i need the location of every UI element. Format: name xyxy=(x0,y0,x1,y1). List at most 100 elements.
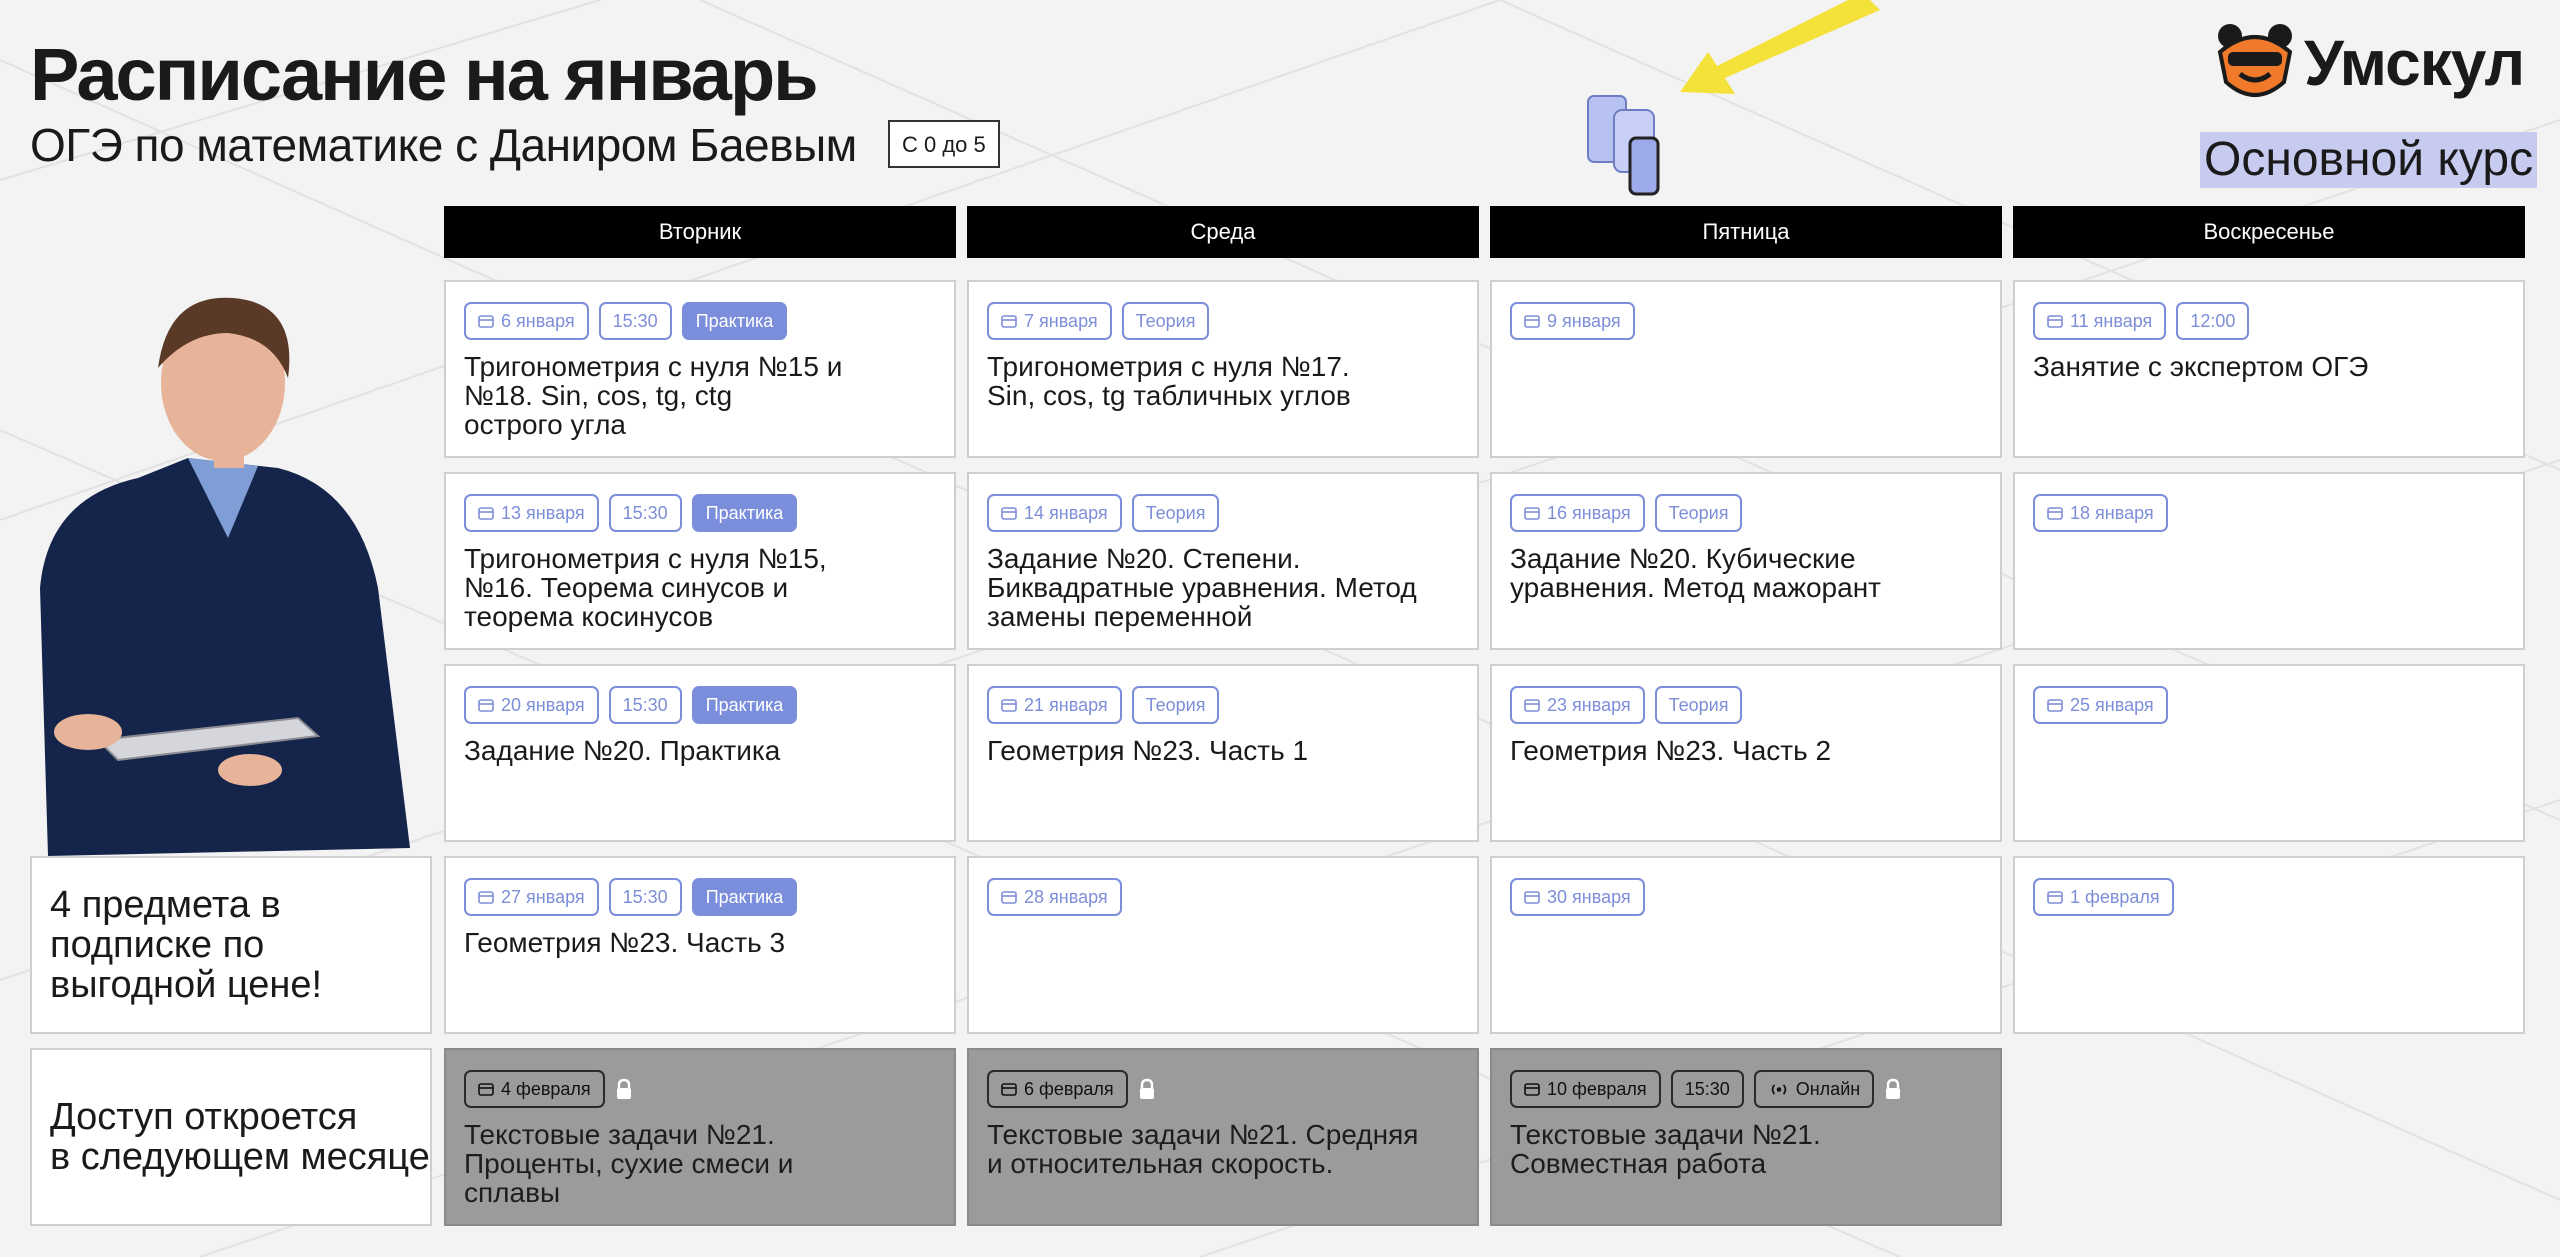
lesson-tags: 11 января 12:00 xyxy=(2033,302,2250,340)
date-chip: 13 января xyxy=(464,494,599,532)
teacher-photo xyxy=(40,297,410,856)
online-chip: Онлайн xyxy=(1753,1070,1875,1108)
lesson-tags: 9 января xyxy=(1510,302,1635,340)
lesson-card[interactable]: 11 января 12:00 Занятие с экспертом ОГЭ xyxy=(2013,280,2525,458)
date-text: 14 января xyxy=(1024,502,1108,523)
lesson-card[interactable]: 16 января Теория Задание №20. Кубические у… xyxy=(1490,472,2002,650)
date-text: 18 января xyxy=(2070,502,2154,523)
practice-badge: Практика xyxy=(691,494,798,532)
promo-box[interactable]: 4 предмета в подписке по выгодной цене! xyxy=(30,856,432,1034)
locked-lesson-card[interactable]: 4 февраля Текстовые задачи №21. Проценты,… xyxy=(444,1048,956,1226)
date-text: 16 января xyxy=(1547,502,1631,523)
date-text: 23 января xyxy=(1547,694,1631,715)
lesson-card[interactable]: 13 января 15:30 Практика Тригонометрия с ну… xyxy=(444,472,956,650)
lesson-title: Тригонометрия с нуля №17. Sin, cos, tg т… xyxy=(987,351,1351,411)
theory-badge: Теория xyxy=(1654,686,1743,724)
time-chip: 15:30 xyxy=(598,302,672,340)
calendar-icon xyxy=(478,890,501,904)
date-text: 30 января xyxy=(1547,886,1631,907)
date-text: 1 февраля xyxy=(2070,886,2160,907)
date-chip: 25 января xyxy=(2033,686,2168,724)
calendar-icon xyxy=(1524,890,1547,904)
lesson-card[interactable]: 25 января xyxy=(2013,664,2525,842)
calendar-icon xyxy=(2047,506,2070,520)
promo-text: 4 предмета в подписке по выгодной цене! xyxy=(50,884,323,1006)
page-title: Расписание на январь xyxy=(30,33,819,116)
calendar-icon xyxy=(1524,1082,1547,1096)
lesson-tags: 21 января Теория xyxy=(987,686,1220,724)
calendar-icon xyxy=(478,1082,501,1096)
lesson-title: Задание №20. Практика xyxy=(464,735,781,766)
lesson-tags: 1 февраля xyxy=(2033,878,2174,916)
date-chip: 9 января xyxy=(1510,302,1635,340)
date-chip: 10 февраля xyxy=(1510,1070,1661,1108)
date-text: 7 января xyxy=(1024,310,1098,331)
lesson-tags: 7 января Теория xyxy=(987,302,1210,340)
date-text: 6 января xyxy=(501,310,575,331)
theory-badge: Теория xyxy=(1131,686,1220,724)
lesson-card[interactable]: 6 января 15:30 Практика Тригонометрия с нул… xyxy=(444,280,956,458)
day-header: Пятница xyxy=(1490,206,2002,258)
lock-icon xyxy=(1884,1078,1902,1100)
lesson-tags: 28 января xyxy=(987,878,1122,916)
date-text: 25 января xyxy=(2070,694,2154,715)
practice-badge: Практика xyxy=(681,302,788,340)
date-text: 9 января xyxy=(1547,310,1621,331)
calendar-icon xyxy=(478,698,501,712)
locked-lesson-card[interactable]: 6 февраля Текстовые задачи №21. Средняя и… xyxy=(967,1048,1479,1226)
lesson-card[interactable]: 30 января xyxy=(1490,856,2002,1034)
lesson-tags: 27 января 15:30 Практика xyxy=(464,878,798,916)
time-chip: 12:00 xyxy=(2176,302,2250,340)
calendar-icon xyxy=(2047,890,2070,904)
lesson-card[interactable]: 20 января 15:30 Практика Задание №20. Практ… xyxy=(444,664,956,842)
date-chip: 6 января xyxy=(464,302,589,340)
lesson-title: Занятие с экспертом ОГЭ xyxy=(2033,351,2369,382)
calendar-icon xyxy=(478,506,501,520)
theory-badge: Теория xyxy=(1654,494,1743,532)
date-text: 13 января xyxy=(501,502,585,523)
lesson-title: Геометрия №23. Часть 2 xyxy=(1510,735,1832,766)
theory-badge: Теория xyxy=(1131,494,1220,532)
date-chip: 4 февраля xyxy=(464,1070,605,1108)
lesson-card[interactable]: 7 января Теория Тригонометрия с нуля №17. … xyxy=(967,280,1479,458)
lesson-tags: 6 февраля xyxy=(987,1070,1156,1108)
calendar-icon xyxy=(1524,698,1547,712)
decorative-3d-shape-icon xyxy=(1587,95,1660,196)
calendar-icon xyxy=(478,314,501,328)
day-header: Среда xyxy=(967,206,1479,258)
calendar-icon xyxy=(1001,698,1024,712)
broadcast-icon xyxy=(1768,1082,1796,1097)
calendar-icon xyxy=(1001,314,1024,328)
lesson-title: Геометрия №23. Часть 3 xyxy=(464,927,786,958)
decorative-arrow-icon xyxy=(1587,0,1880,196)
lesson-tags: 23 января Теория xyxy=(1510,686,1743,724)
date-text: 28 января xyxy=(1024,886,1108,907)
next-month-text: Доступ откроется в следующем месяце xyxy=(50,1096,430,1178)
locked-lesson-card[interactable]: 10 февраля 15:30 Онлайн Текстовые задачи №2… xyxy=(1490,1048,2002,1226)
lesson-title: Задание №20. Кубические уравнения. Метод… xyxy=(1510,543,1881,603)
lesson-card[interactable]: 23 января Теория Геометрия №23. Часть 2 xyxy=(1490,664,2002,842)
brand-logo: Умскул xyxy=(2214,22,2525,104)
lesson-card[interactable]: 9 января xyxy=(1490,280,2002,458)
calendar-icon xyxy=(2047,698,2070,712)
lesson-title: Текстовые задачи №21. Средняя и относите… xyxy=(987,1119,1419,1179)
time-chip: 15:30 xyxy=(608,686,682,724)
date-chip: 23 января xyxy=(1510,686,1645,724)
lesson-card[interactable]: 18 января xyxy=(2013,472,2525,650)
lesson-title: Текстовые задачи №21. Совместная работа xyxy=(1510,1119,1821,1179)
brand-name: Умскул xyxy=(2304,27,2525,99)
lesson-card[interactable]: 27 января 15:30 Практика Геометрия №23. Час… xyxy=(444,856,956,1034)
lesson-tags: 14 января Теория xyxy=(987,494,1220,532)
lesson-card[interactable]: 28 января xyxy=(967,856,1479,1034)
date-chip: 16 января xyxy=(1510,494,1645,532)
lesson-card[interactable]: 21 января Теория Геометрия №23. Часть 1 xyxy=(967,664,1479,842)
calendar-icon xyxy=(1001,1082,1024,1096)
lesson-title: Геометрия №23. Часть 1 xyxy=(987,735,1309,766)
calendar-icon xyxy=(2047,314,2070,328)
lesson-tags: 10 февраля 15:30 Онлайн xyxy=(1510,1070,1902,1108)
lesson-card[interactable]: 1 февраля xyxy=(2013,856,2525,1034)
date-text: 4 февраля xyxy=(501,1078,591,1099)
date-chip: 20 января xyxy=(464,686,599,724)
lesson-card[interactable]: 14 января Теория Задание №20. Степени. Бик… xyxy=(967,472,1479,650)
date-chip: 14 января xyxy=(987,494,1122,532)
